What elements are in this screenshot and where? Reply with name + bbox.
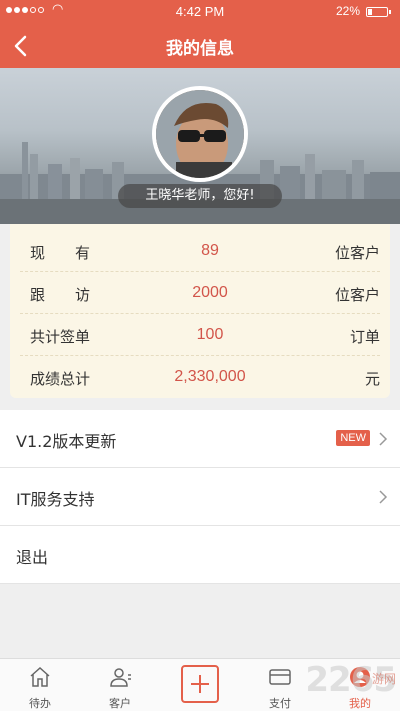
battery-icon xyxy=(366,7,391,17)
watermark-sub: 游网 xyxy=(371,672,396,686)
chevron-right-icon xyxy=(379,490,388,504)
add-button[interactable] xyxy=(181,665,219,703)
chevron-right-icon xyxy=(379,432,388,446)
settings-menu: V1.2版本更新 NEW IT服务支持 退出 xyxy=(0,410,400,584)
menu-item-label: V1.2版本更新 xyxy=(16,432,117,451)
tab-clients[interactable]: 客户 xyxy=(80,659,160,711)
menu-item-label: 退出 xyxy=(16,548,49,567)
stat-row-followup: 跟 访 2000 位客户 xyxy=(20,272,380,314)
stat-unit: 元 xyxy=(364,370,380,388)
stat-unit: 订单 xyxy=(349,328,380,346)
user-icon xyxy=(110,668,131,687)
greeting-label: 王晓华老师，您好! xyxy=(118,184,282,208)
card-icon xyxy=(269,669,291,685)
stat-row-orders: 共计签单 100 订单 xyxy=(20,314,380,356)
stat-value: 2,330,000 xyxy=(174,368,246,385)
page-title: 我的信息 xyxy=(166,39,234,59)
status-bar: ◠ 4:42 PM 22% xyxy=(0,0,400,24)
stat-label: 现 有 xyxy=(30,244,91,262)
new-badge: NEW xyxy=(336,430,370,446)
battery-percent: 22% xyxy=(335,4,360,18)
stat-value: 100 xyxy=(196,326,224,343)
stat-label: 成绩总计 xyxy=(30,370,91,388)
menu-item-it-support[interactable]: IT服务支持 xyxy=(0,468,400,526)
avatar-photo xyxy=(156,90,244,178)
avatar[interactable] xyxy=(152,86,248,182)
stats-card: 现 有 89 位客户 跟 访 2000 位客户 共计签单 100 订单 成绩总计… xyxy=(10,224,390,398)
stat-value: 89 xyxy=(201,242,219,259)
tab-add[interactable] xyxy=(160,659,240,711)
stat-label: 跟 访 xyxy=(30,286,91,304)
stat-value: 2000 xyxy=(192,284,228,301)
nav-bar: 我的信息 xyxy=(0,24,400,68)
menu-item-logout[interactable]: 退出 xyxy=(0,526,400,584)
tab-label: 客户 xyxy=(109,697,131,710)
home-icon xyxy=(30,666,50,687)
menu-item-version-update[interactable]: V1.2版本更新 NEW xyxy=(0,410,400,468)
stat-unit: 位客户 xyxy=(334,286,380,304)
stat-label: 共计签单 xyxy=(30,328,91,346)
tab-todo[interactable]: 待办 xyxy=(0,659,80,711)
stat-unit: 位客户 xyxy=(334,244,380,262)
watermark-logo: 2265 游网 xyxy=(305,660,397,700)
menu-item-label: IT服务支持 xyxy=(16,490,95,509)
plus-icon xyxy=(191,675,209,693)
stat-row-total: 成绩总计 2,330,000 元 xyxy=(20,356,380,398)
tab-label: 待办 xyxy=(29,697,51,710)
stat-row-current: 现 有 89 位客户 xyxy=(20,230,380,272)
